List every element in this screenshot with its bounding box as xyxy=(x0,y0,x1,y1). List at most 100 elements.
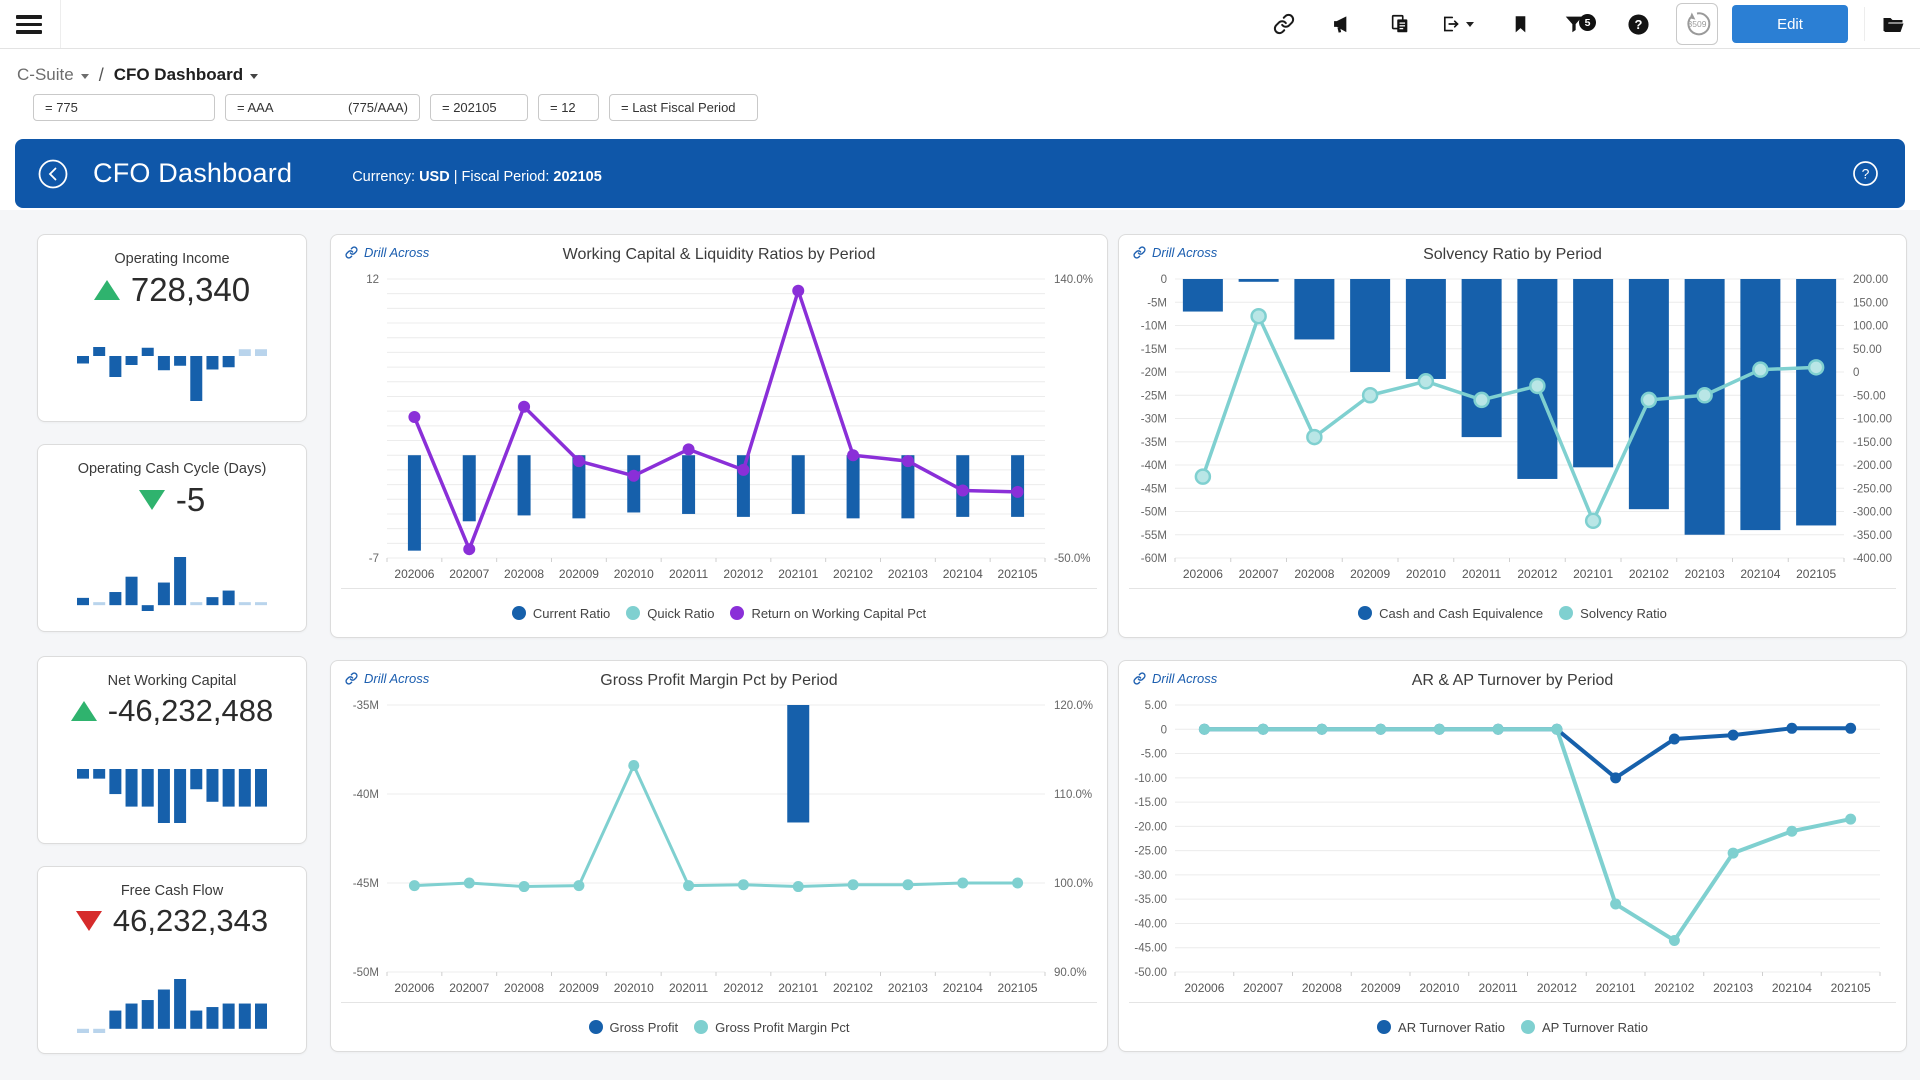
chart-svg: -35M-40M-45M-50M120.0%110.0%100.0%90.0%2… xyxy=(331,695,1107,1002)
svg-text:202105: 202105 xyxy=(1796,567,1836,581)
svg-text:0: 0 xyxy=(1853,367,1859,379)
svg-text:202105: 202105 xyxy=(998,981,1038,995)
filter-chip[interactable]: = 202105 xyxy=(430,94,528,121)
bookmark-icon[interactable] xyxy=(1508,12,1532,36)
filter-chip-label: = AAA xyxy=(237,100,274,115)
filter-chip[interactable]: = AAA (775/AAA) xyxy=(225,94,420,121)
legend-item[interactable]: Gross Profit xyxy=(589,1020,679,1035)
svg-text:90.0%: 90.0% xyxy=(1054,967,1087,979)
filter-chip[interactable]: = 775 xyxy=(33,94,215,121)
svg-text:202011: 202011 xyxy=(1462,567,1501,581)
svg-text:202006: 202006 xyxy=(394,567,434,581)
svg-text:-5.00: -5.00 xyxy=(1141,749,1167,761)
chart-plot-area[interactable]: -35M-40M-45M-50M120.0%110.0%100.0%90.0%2… xyxy=(331,695,1107,1002)
svg-text:202006: 202006 xyxy=(394,981,434,995)
legend-dot xyxy=(512,606,526,620)
folder-icon[interactable] xyxy=(1881,12,1905,36)
filter-chip-label: = Last Fiscal Period xyxy=(621,100,736,115)
svg-text:202105: 202105 xyxy=(1831,981,1871,995)
svg-text:202009: 202009 xyxy=(1350,567,1390,581)
legend-dot xyxy=(589,1020,603,1034)
trend-down-icon xyxy=(139,490,165,510)
kpi-value: 46,232,343 xyxy=(113,903,268,939)
svg-text:?: ? xyxy=(1862,166,1870,182)
svg-text:-25M: -25M xyxy=(1141,390,1167,402)
trend-up-icon xyxy=(94,280,120,300)
svg-text:202012: 202012 xyxy=(1537,981,1577,995)
svg-text:5.00: 5.00 xyxy=(1145,700,1167,712)
chevron-down-icon xyxy=(250,74,258,79)
breadcrumb-item-csuite[interactable]: C-Suite xyxy=(17,65,89,85)
kpi-card-operating-income[interactable]: Operating Income728,340 xyxy=(37,234,307,422)
copy-icon[interactable] xyxy=(1388,12,1412,36)
svg-text:202008: 202008 xyxy=(504,981,544,995)
edit-button[interactable]: Edit xyxy=(1732,5,1848,43)
svg-text:-45M: -45M xyxy=(353,878,379,890)
filter-count-badge: 5 xyxy=(1579,14,1596,31)
svg-text:-200.00: -200.00 xyxy=(1853,460,1892,472)
breadcrumb-item-cfo-dashboard[interactable]: CFO Dashboard xyxy=(114,65,258,85)
kpi-card-free-cash-flow[interactable]: Free Cash Flow46,232,343 xyxy=(37,866,307,1054)
legend-dot xyxy=(694,1020,708,1034)
legend-label: AP Turnover Ratio xyxy=(1542,1020,1648,1035)
legend-label: Quick Ratio xyxy=(647,606,714,621)
svg-text:-25.00: -25.00 xyxy=(1134,846,1167,858)
svg-text:100.0%: 100.0% xyxy=(1054,878,1093,890)
header-help-icon[interactable]: ? xyxy=(1852,160,1879,187)
trend-down-icon xyxy=(76,911,102,931)
svg-text:202103: 202103 xyxy=(1713,981,1753,995)
svg-text:-40M: -40M xyxy=(1141,460,1167,472)
svg-text:120.0%: 120.0% xyxy=(1054,700,1093,712)
legend-item[interactable]: Current Ratio xyxy=(512,606,610,621)
export-caret-icon xyxy=(1466,22,1474,27)
chart-svg: 5.000-5.00-10.00-15.00-20.00-25.00-30.00… xyxy=(1119,695,1906,1002)
legend-item[interactable]: Quick Ratio xyxy=(626,606,714,621)
svg-text:202012: 202012 xyxy=(1517,567,1557,581)
help-icon[interactable]: ? xyxy=(1626,12,1650,36)
svg-text:-45M: -45M xyxy=(1141,483,1167,495)
svg-text:202007: 202007 xyxy=(1239,567,1279,581)
kpi-card-net-working-capital[interactable]: Net Working Capital-46,232,488 xyxy=(37,656,307,844)
kpi-sparkline xyxy=(77,553,267,615)
breadcrumb-separator: / xyxy=(99,65,104,86)
back-button[interactable] xyxy=(37,158,69,190)
chart-panel-gross-profit-margin-pct-by-period: Drill AcrossGross Profit Margin Pct by P… xyxy=(330,660,1108,1052)
legend-item[interactable]: Gross Profit Margin Pct xyxy=(694,1020,849,1035)
filter-chip-row: = 775 = AAA (775/AAA) = 202105 = 12 = Last Fi… xyxy=(33,94,758,121)
chart-plot-area[interactable]: 5.000-5.00-10.00-15.00-20.00-25.00-30.00… xyxy=(1119,695,1906,1002)
svg-text:202102: 202102 xyxy=(1629,567,1669,581)
filter-chip-label: (775/AAA) xyxy=(348,100,408,115)
svg-text:-60M: -60M xyxy=(1141,553,1167,565)
legend-label: Gross Profit Margin Pct xyxy=(715,1020,849,1035)
legend-dot xyxy=(1358,606,1372,620)
legend-item[interactable]: AR Turnover Ratio xyxy=(1377,1020,1505,1035)
svg-text:-45.00: -45.00 xyxy=(1134,943,1167,955)
header-subtitle: Currency: USD | Fiscal Period: 202105 xyxy=(352,169,602,185)
megaphone-icon[interactable] xyxy=(1330,12,1354,36)
filter-icon[interactable]: 5 xyxy=(1562,12,1586,36)
legend-item[interactable]: Solvency Ratio xyxy=(1559,606,1667,621)
filter-chip[interactable]: = Last Fiscal Period xyxy=(609,94,758,121)
chevron-down-icon xyxy=(81,74,89,79)
chart-plot-area[interactable]: 12-7140.0%-50.0%202006202007202008202009… xyxy=(331,269,1107,588)
legend-item[interactable]: Return on Working Capital Pct xyxy=(730,606,926,621)
svg-text:-50M: -50M xyxy=(1141,507,1167,519)
filter-chip[interactable]: = 12 xyxy=(538,94,599,121)
svg-text:50.00: 50.00 xyxy=(1853,344,1882,356)
link-icon[interactable] xyxy=(1272,12,1296,36)
hamburger-menu-icon[interactable] xyxy=(16,11,44,37)
chart-plot-area[interactable]: 0-5M-10M-15M-20M-25M-30M-35M-40M-45M-50M… xyxy=(1119,269,1906,588)
svg-text:-5M: -5M xyxy=(1147,297,1167,309)
svg-text:202009: 202009 xyxy=(1361,981,1401,995)
legend-item[interactable]: AP Turnover Ratio xyxy=(1521,1020,1648,1035)
kpi-card-operating-cash-cycle-days-[interactable]: Operating Cash Cycle (Days)-5 xyxy=(37,444,307,632)
svg-text:12: 12 xyxy=(366,274,379,286)
svg-text:202010: 202010 xyxy=(1406,567,1446,581)
legend-dot xyxy=(626,606,640,620)
refresh-button[interactable]: 3509 xyxy=(1676,3,1718,45)
legend-item[interactable]: Cash and Cash Equivalence xyxy=(1358,606,1543,621)
export-icon[interactable] xyxy=(1440,12,1474,36)
svg-text:202102: 202102 xyxy=(833,981,873,995)
svg-text:?: ? xyxy=(1634,16,1642,31)
svg-text:-50.00: -50.00 xyxy=(1134,967,1167,979)
